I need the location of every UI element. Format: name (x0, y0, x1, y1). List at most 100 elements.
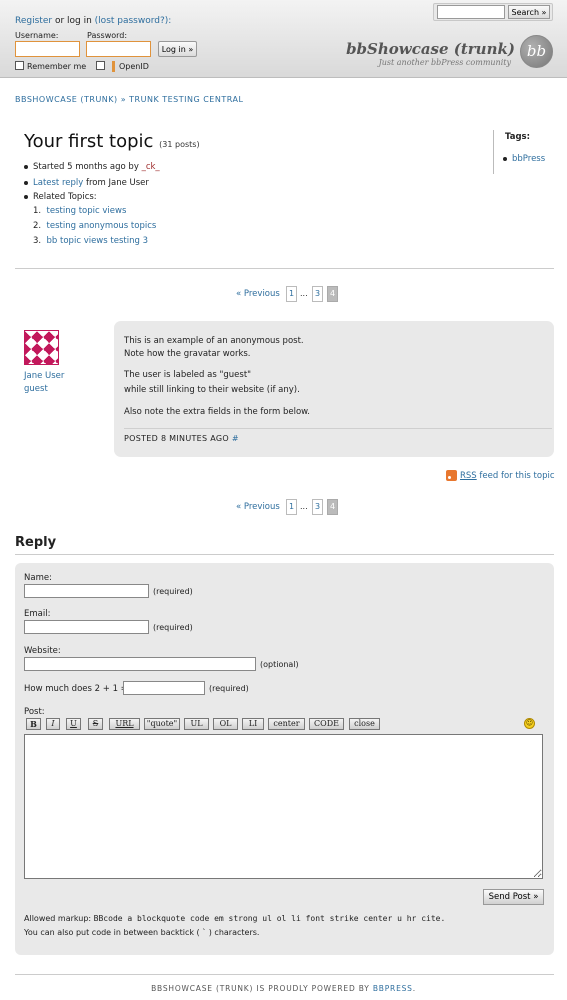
center-button[interactable]: center (268, 718, 305, 730)
page-ellipsis: ... (300, 289, 308, 298)
post-label: Post: (24, 707, 45, 717)
page-1-link[interactable]: 1 (286, 286, 297, 302)
post-permalink[interactable]: # (232, 434, 239, 443)
name-input[interactable] (24, 584, 149, 598)
divider (15, 974, 554, 975)
allowed-markup-tags: BBcode a blockquote code em strong ul ol… (93, 914, 446, 923)
author-name-link[interactable]: Jane User (24, 371, 64, 381)
page-3-link[interactable]: 3 (312, 499, 323, 515)
post-text: This is an example of an anonymous post. (124, 336, 304, 346)
login-button[interactable]: Log in » (158, 41, 197, 57)
allowed-markup: Allowed markup: BBcode a blockquote code… (24, 914, 445, 923)
page-3-link[interactable]: 3 (312, 286, 323, 302)
previous-page-link[interactable]: « Previous (236, 502, 280, 512)
or-login-text: or log in (54, 16, 92, 26)
related-topic-item: 1. testing topic views (33, 206, 127, 216)
reply-form: Name: (required) Email: (required) Websi… (15, 563, 554, 955)
website-label: Website: (24, 646, 61, 656)
page-current: 4 (327, 499, 338, 515)
bbpress-link[interactable]: BBPRESS (373, 984, 413, 993)
tags-box: Tags: bbPress (493, 130, 553, 174)
register-link[interactable]: Register (15, 16, 52, 26)
li-button[interactable]: LI (242, 718, 264, 730)
post-text: The user is labeled as "guest" (124, 370, 252, 380)
related-topic-item: 2. testing anonymous topics (33, 221, 157, 231)
breadcrumb-forum[interactable]: TRUNK TESTING CENTRAL (129, 95, 243, 104)
topic-title-text: Your first topic (24, 131, 154, 152)
password-label: Password: (87, 31, 128, 40)
captcha-input[interactable] (123, 681, 205, 695)
captcha-label: How much does 2 + 1 = (24, 684, 128, 694)
bullet-icon (24, 180, 28, 185)
post-divider (124, 428, 552, 429)
openid-checkbox[interactable] (96, 61, 105, 70)
username-label: Username: (15, 31, 59, 40)
rss-feed-text[interactable]: feed for this topic (479, 471, 554, 481)
website-hint: (optional) (260, 660, 299, 669)
underline-button[interactable]: U (66, 718, 81, 730)
smiley-icon[interactable]: ☺ (524, 718, 535, 729)
post-text: Also note the extra fields in the form b… (124, 407, 311, 417)
email-input[interactable] (24, 620, 149, 634)
topic-title: Your first topic (31 posts) (24, 131, 200, 152)
breadcrumb-separator: » (120, 95, 127, 104)
site-footer: BBSHOWCASE (TRUNK) IS PROUDLY POWERED BY… (151, 984, 416, 993)
site-title[interactable]: bbShowcase (trunk) (346, 40, 515, 58)
latest-reply-link[interactable]: Latest reply (33, 178, 83, 188)
username-input[interactable] (15, 41, 80, 57)
strike-button[interactable]: S (88, 718, 103, 730)
captcha-hint: (required) (209, 684, 249, 693)
rss-link[interactable]: RSS (460, 471, 477, 481)
breadcrumb: BBSHOWCASE (TRUNK) » TRUNK TESTING CENTR… (15, 95, 243, 104)
page-ellipsis: ... (300, 502, 308, 511)
previous-page-link[interactable]: « Previous (236, 289, 280, 299)
breadcrumb-home[interactable]: BBSHOWCASE (TRUNK) (15, 95, 118, 104)
divider (15, 554, 554, 555)
posted-time: POSTED 8 MINUTES AGO (124, 434, 229, 443)
openid-icon (112, 61, 115, 72)
bbpress-logo[interactable]: bb (520, 35, 553, 68)
ul-button[interactable]: UL (184, 718, 209, 730)
started-user-link[interactable]: _ck_ (142, 162, 160, 172)
divider (15, 268, 554, 269)
page-current: 4 (327, 286, 338, 302)
tag-link[interactable]: bbPress (512, 154, 545, 164)
quote-button[interactable]: "quote" (144, 718, 180, 730)
ol-button[interactable]: OL (213, 718, 238, 730)
avatar[interactable] (24, 330, 59, 365)
post-text: while still linking to their website (if… (124, 385, 300, 395)
post-text: Note how the gravatar works. (124, 349, 251, 359)
latest-reply-row: Latest reply from Jane User (24, 178, 149, 188)
related-topic-item: 3. bb topic views testing 3 (33, 236, 148, 246)
close-tags-button[interactable]: close (349, 718, 380, 730)
name-label: Name: (24, 573, 52, 583)
backtick-note: You can also put code in between backtic… (24, 928, 260, 937)
code-button[interactable]: CODE (309, 718, 344, 730)
remember-me-label: Remember me (27, 62, 87, 71)
search-button[interactable]: Search » (508, 5, 550, 19)
related-topic-link[interactable]: bb topic views testing 3 (47, 236, 148, 246)
italic-button[interactable]: I (46, 718, 60, 730)
tag-item: bbPress (503, 154, 545, 164)
email-label: Email: (24, 609, 51, 619)
password-input[interactable] (86, 41, 151, 57)
rss-icon[interactable] (446, 470, 457, 481)
related-topic-link[interactable]: testing anonymous topics (47, 221, 157, 231)
post-footer: POSTED 8 MINUTES AGO # (124, 434, 239, 443)
post-textarea[interactable] (24, 734, 543, 879)
latest-reply-from: from Jane User (86, 178, 149, 188)
lost-password-link[interactable]: (lost password?): (95, 16, 172, 26)
send-post-button[interactable]: Send Post » (483, 889, 544, 905)
bold-button[interactable]: B (26, 718, 41, 730)
related-topic-link[interactable]: testing topic views (47, 206, 127, 216)
website-input[interactable] (24, 657, 256, 671)
remember-me-checkbox[interactable] (15, 61, 24, 70)
name-hint: (required) (153, 587, 193, 596)
page-1-link[interactable]: 1 (286, 499, 297, 515)
bullet-icon (24, 194, 28, 199)
post-count: (31 posts) (159, 140, 200, 149)
related-topics-label: Related Topics: (24, 192, 97, 202)
url-button[interactable]: URL (109, 718, 140, 730)
search-input[interactable] (437, 5, 505, 19)
site-header: Register or log in (lost password?): Use… (0, 0, 567, 78)
